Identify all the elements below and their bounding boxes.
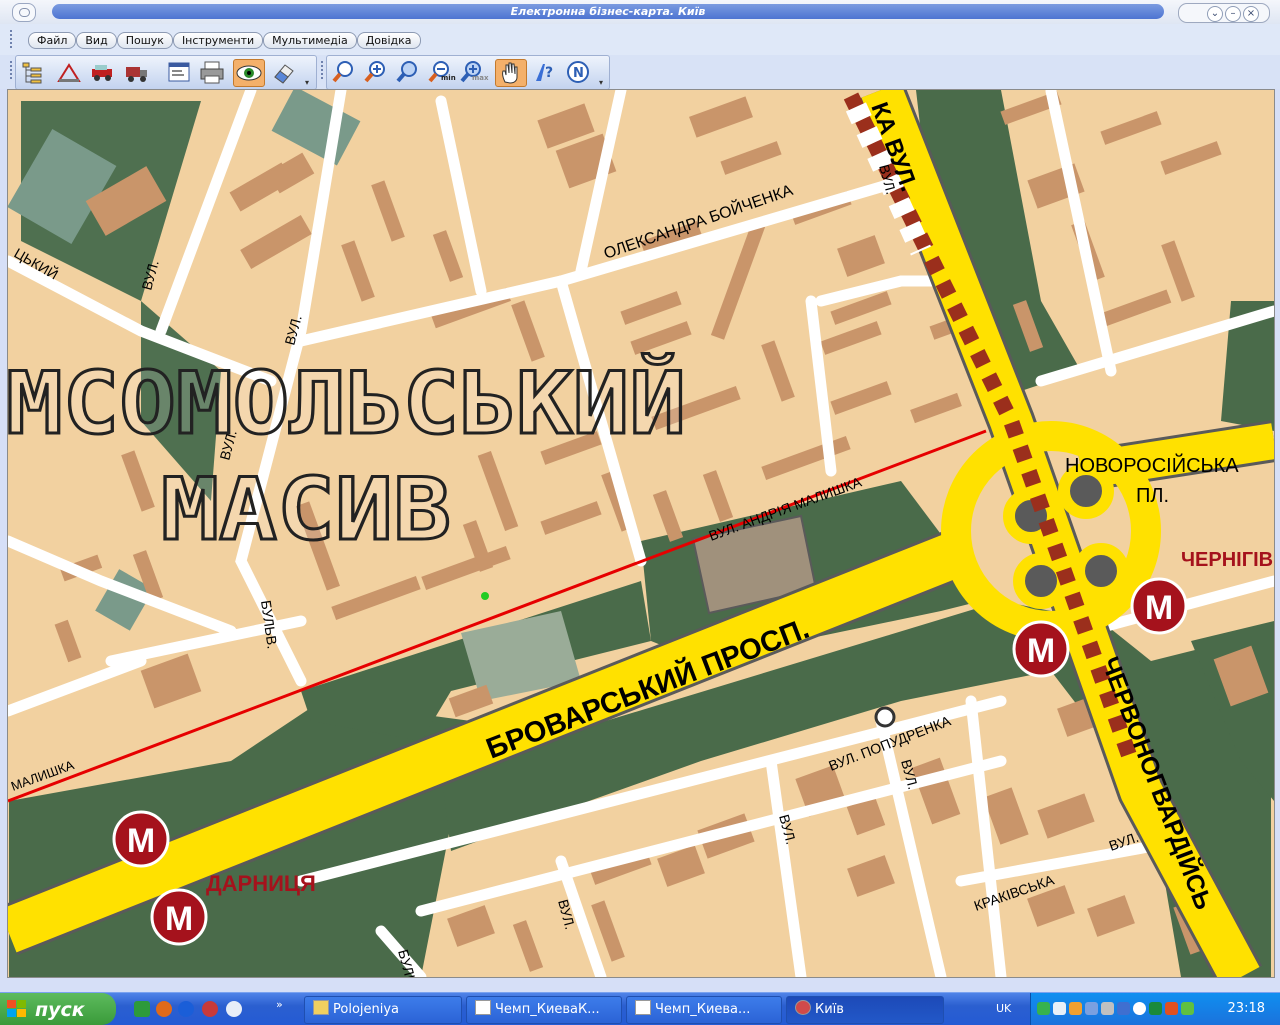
zoom-in-icon[interactable] bbox=[363, 59, 389, 85]
zoom-icon[interactable] bbox=[331, 59, 357, 85]
zoom-min-label: min bbox=[441, 74, 456, 82]
language-indicator[interactable]: UK bbox=[996, 1002, 1011, 1015]
layers-icon[interactable] bbox=[19, 59, 45, 85]
help-icon[interactable]: ? bbox=[531, 59, 557, 85]
task-label-1: Чемп_КиеваК... bbox=[495, 1002, 600, 1017]
map-app-icon bbox=[795, 1000, 811, 1015]
tray-network-icon[interactable] bbox=[1037, 1002, 1050, 1015]
task-kyiv[interactable]: Київ bbox=[786, 996, 944, 1024]
toolbar-group-zoom: min max ? N ▾ bbox=[326, 55, 610, 90]
zoom-max-label: max bbox=[472, 74, 489, 82]
north-icon[interactable]: N bbox=[565, 59, 591, 85]
metro-symbol: М bbox=[127, 822, 155, 860]
stop-marker[interactable] bbox=[874, 706, 896, 728]
toolbar-group-main: ▾ bbox=[15, 55, 317, 90]
taskbar: пуск » Polojeniya Чемп_КиеваК... Чемп_Ки… bbox=[0, 992, 1280, 1025]
view-eye-icon bbox=[236, 65, 262, 81]
toolbar-overflow-icon-2[interactable]: ▾ bbox=[599, 78, 607, 87]
document-icon-2 bbox=[635, 1000, 651, 1015]
menu-tools[interactable]: Інструменти bbox=[172, 32, 264, 49]
task-label-2: Чемп_Киева... bbox=[655, 1002, 751, 1017]
metro-darnytsia-1[interactable]: М bbox=[112, 810, 170, 868]
map-canvas[interactable]: БРОВАРСЬКИЙ ПРОСП. ЧЕРВОНОГВАРДІЙСЬ ОЛЕК… bbox=[8, 90, 1274, 977]
route-truck-icon[interactable] bbox=[124, 59, 150, 85]
metro-chernihivska-label: ЧЕРНІГІВ bbox=[1181, 549, 1273, 571]
toolbar-overflow-icon[interactable]: ▾ bbox=[305, 78, 313, 87]
task-polojeniya[interactable]: Polojeniya bbox=[304, 996, 462, 1024]
map-view[interactable]: БРОВАРСЬКИЙ ПРОСП. ЧЕРВОНОГВАРДІЙСЬ ОЛЕК… bbox=[7, 89, 1275, 978]
svg-text:?: ? bbox=[545, 65, 553, 81]
window-title: Електронна бізнес-карта. Київ bbox=[52, 4, 1164, 19]
tray-sound-icon[interactable] bbox=[1085, 1002, 1098, 1015]
view-eye-button[interactable] bbox=[233, 59, 265, 87]
tray-security-icon[interactable] bbox=[1149, 1002, 1162, 1015]
start-label: пуск bbox=[35, 999, 85, 1021]
zoom-min-button[interactable]: min bbox=[427, 59, 456, 85]
zoom-max-button[interactable]: max bbox=[459, 59, 489, 85]
menu-file[interactable]: Файл bbox=[28, 32, 77, 49]
clock[interactable]: 23:18 bbox=[1228, 1001, 1265, 1016]
pan-hand-icon bbox=[502, 62, 518, 84]
metro-symbol-2: М bbox=[165, 900, 193, 938]
menu-multimedia[interactable]: Мультимедіа bbox=[263, 32, 357, 49]
district-line-1: МСОМОЛЬСЬКИЙ bbox=[8, 353, 686, 454]
start-button[interactable]: пуск bbox=[0, 993, 116, 1025]
system-tray: 23:18 bbox=[1030, 993, 1280, 1025]
metro-darnytsia-2[interactable]: М bbox=[150, 888, 208, 946]
pan-hand-button[interactable] bbox=[495, 59, 527, 87]
tray-monitor-icon[interactable] bbox=[1053, 1002, 1066, 1015]
square-novorossiiska: НОВОРОСІЙСЬКА bbox=[1065, 453, 1239, 477]
route-car-icon[interactable] bbox=[90, 59, 116, 85]
eraser-icon[interactable] bbox=[271, 59, 297, 85]
tray-antivirus-icon[interactable] bbox=[1165, 1002, 1178, 1015]
location-marker[interactable] bbox=[481, 592, 489, 600]
task-label-3: Київ bbox=[815, 1002, 844, 1017]
tray-usb-icon[interactable] bbox=[1101, 1002, 1114, 1015]
print-icon[interactable] bbox=[199, 59, 225, 85]
title-bar[interactable]: Електронна бізнес-карта. Київ ⌄ – × bbox=[0, 0, 1280, 25]
metro-darnytsia-label: ДАРНИЦЯ bbox=[206, 871, 316, 896]
tray-agent-icon[interactable] bbox=[1117, 1002, 1130, 1015]
task-chemp-kieva-k[interactable]: Чемп_КиеваК... bbox=[466, 996, 622, 1024]
metro-chernihivska-2[interactable]: М bbox=[1130, 577, 1188, 635]
folder-icon bbox=[313, 1000, 329, 1015]
tray-app-icon[interactable] bbox=[1069, 1002, 1082, 1015]
close-icon[interactable]: × bbox=[1243, 6, 1259, 22]
quicklaunch-desktop-icon[interactable] bbox=[134, 1001, 150, 1017]
measure-icon[interactable] bbox=[56, 59, 82, 85]
quicklaunch-expand-icon[interactable]: » bbox=[276, 998, 283, 1011]
document-icon bbox=[475, 1000, 491, 1015]
zoom-extent-icon[interactable] bbox=[395, 59, 421, 85]
menu-view[interactable]: Вид bbox=[76, 32, 117, 49]
quicklaunch-opera-icon[interactable] bbox=[202, 1001, 218, 1017]
tray-nvidia-icon[interactable] bbox=[1181, 1002, 1194, 1015]
app-icon[interactable] bbox=[12, 3, 36, 22]
quicklaunch-download-icon[interactable] bbox=[226, 1001, 242, 1017]
metro-symbol-4: М bbox=[1145, 589, 1173, 627]
metro-symbol-3: М bbox=[1027, 632, 1055, 670]
menu-bar: Файл Вид Пошук Інструменти Мультимедіа Д… bbox=[0, 24, 1280, 55]
collapse-icon[interactable]: ⌄ bbox=[1207, 6, 1223, 22]
menu-items: Файл Вид Пошук Інструменти Мультимедіа Д… bbox=[28, 32, 421, 49]
square-pl: ПЛ. bbox=[1136, 485, 1169, 507]
windows-logo-icon bbox=[7, 1000, 26, 1017]
minimize-icon[interactable]: – bbox=[1225, 6, 1241, 22]
task-chemp-kieva[interactable]: Чемп_Киева... bbox=[626, 996, 782, 1024]
toolbar: ▾ min max ? N ▾ bbox=[0, 55, 1280, 90]
menu-help[interactable]: Довідка bbox=[356, 32, 421, 49]
quicklaunch-firefox-icon[interactable] bbox=[156, 1001, 172, 1017]
tray-update-icon[interactable] bbox=[1133, 1002, 1146, 1015]
district-line-2: МАСИВ bbox=[161, 460, 451, 560]
svg-text:N: N bbox=[573, 66, 584, 81]
window-controls: ⌄ – × bbox=[1178, 3, 1270, 23]
menu-search[interactable]: Пошук bbox=[116, 32, 173, 49]
quicklaunch-globe-icon[interactable] bbox=[178, 1001, 194, 1017]
task-label-0: Polojeniya bbox=[333, 1002, 400, 1017]
window-icon[interactable] bbox=[166, 59, 192, 85]
menu-grip[interactable] bbox=[10, 30, 15, 48]
metro-chernihivska-1[interactable]: М bbox=[1012, 620, 1070, 678]
